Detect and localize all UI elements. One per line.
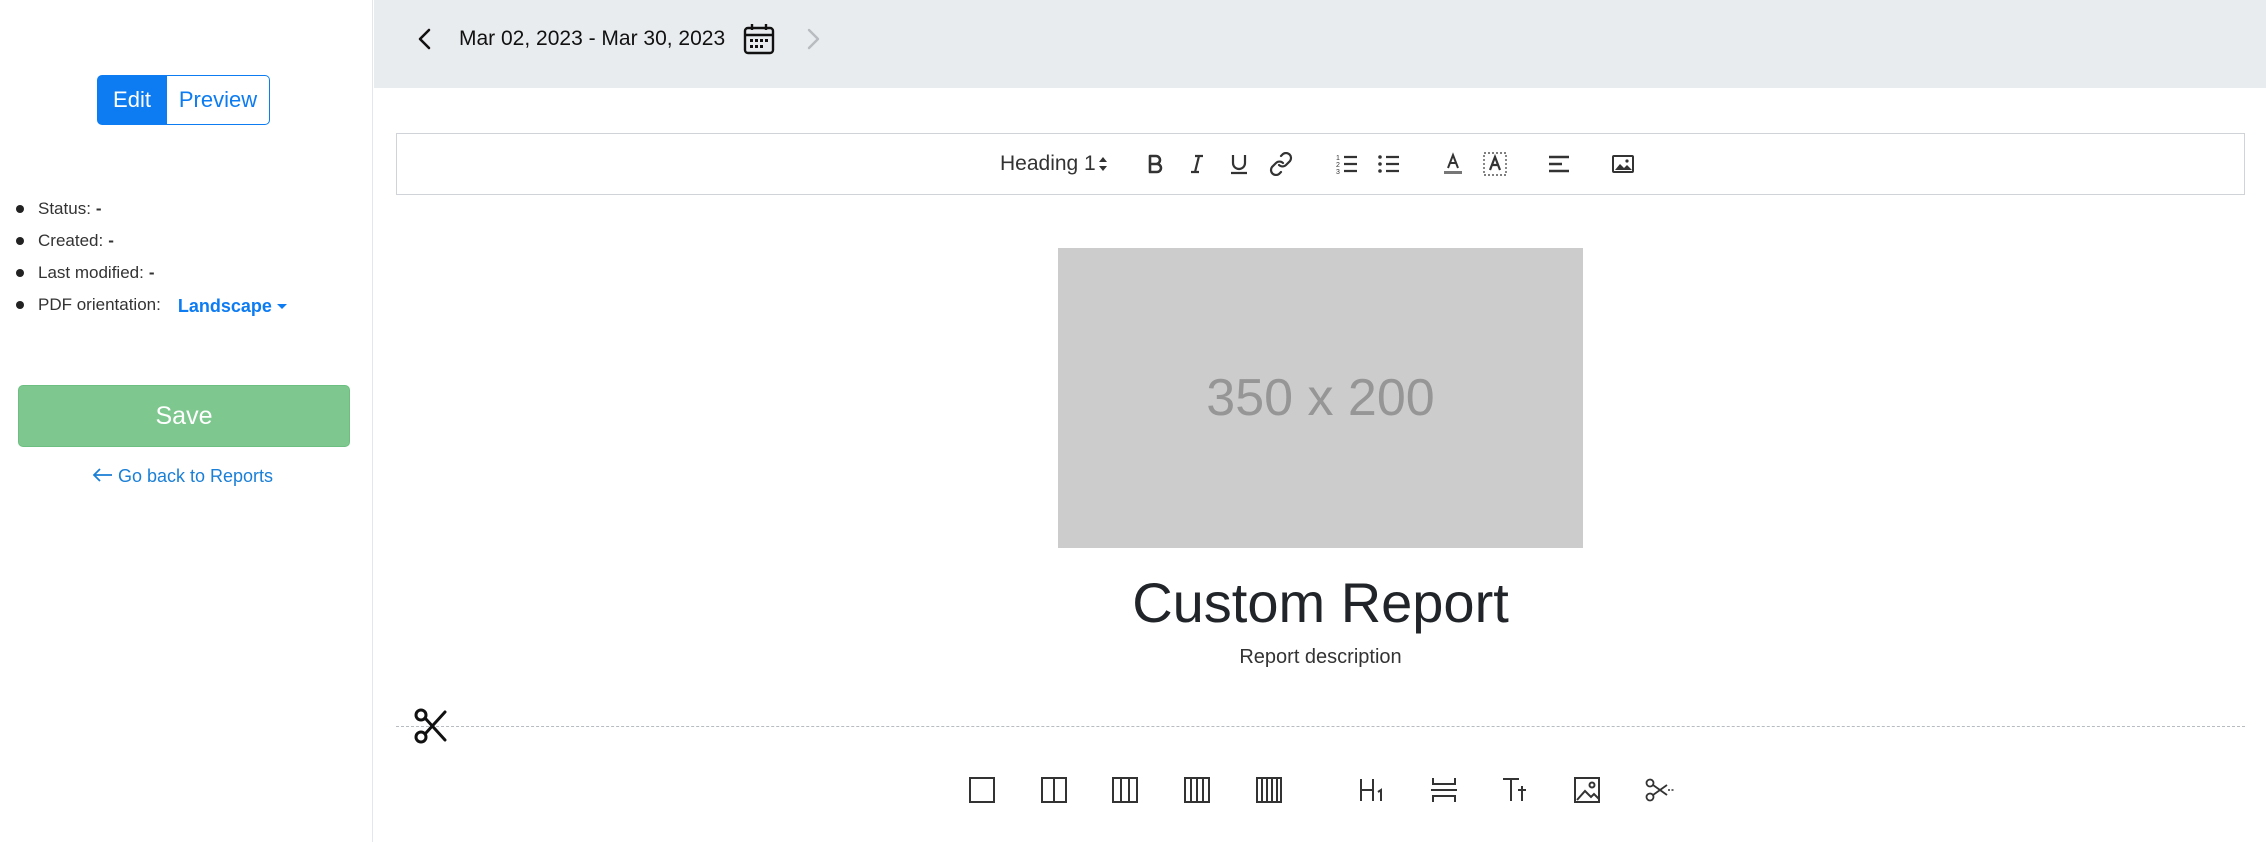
chevron-left-icon: [418, 28, 431, 50]
add-text-block-button[interactable]: [1500, 774, 1532, 806]
text-block-icon: [1503, 778, 1526, 801]
add-image-block-button[interactable]: [1571, 774, 1603, 806]
ordered-list-button[interactable]: 1 2 3: [1332, 149, 1362, 179]
align-left-button[interactable]: [1544, 149, 1574, 179]
bold-button[interactable]: [1140, 149, 1170, 179]
add-divider-block-button[interactable]: [1428, 774, 1460, 806]
sort-arrows-icon: [1098, 157, 1107, 171]
calendar-button[interactable]: [742, 22, 776, 56]
caret-down-icon: [276, 303, 287, 309]
meta-created: Created: -: [16, 225, 287, 257]
bullet-list-button[interactable]: [1374, 149, 1404, 179]
back-to-reports-label: Go back to Reports: [117, 466, 274, 486]
sidebar: Edit Preview Status: - Created: - Last m…: [0, 0, 373, 842]
image-placeholder-label: 350 x 200: [1206, 369, 1435, 427]
created-value: -: [108, 231, 114, 250]
pdf-orientation-label: PDF orientation:: [38, 295, 161, 314]
image-icon: [1612, 155, 1634, 173]
italic-icon: [1191, 154, 1203, 174]
text-color-button[interactable]: [1438, 149, 1468, 179]
report-description[interactable]: Report description: [396, 646, 2245, 669]
underline-button[interactable]: [1224, 149, 1254, 179]
meta-pdf-orientation: PDF orientation: Landscape: [16, 289, 287, 321]
page-break-line: [396, 726, 2245, 727]
svg-text:1: 1: [1336, 155, 1340, 162]
align-left-icon: [1549, 155, 1569, 173]
heading-block-icon: [1360, 779, 1382, 801]
report-meta-list: Status: - Created: - Last modified: - PD…: [16, 193, 287, 321]
svg-text:3: 3: [1336, 169, 1340, 176]
meta-status: Status: -: [16, 193, 287, 225]
arrow-left-icon: [92, 468, 112, 482]
image-block-icon: [1574, 777, 1600, 803]
date-range-header: Mar 02, 2023 - Mar 30, 2023: [374, 0, 2266, 88]
previous-period-button[interactable]: [410, 24, 440, 54]
add-four-column-button[interactable]: [1181, 774, 1213, 806]
one-column-icon: [969, 777, 995, 803]
divider-block-icon: [1431, 778, 1457, 802]
date-range-label: Mar 02, 2023 - Mar 30, 2023: [459, 27, 726, 50]
add-one-column-button[interactable]: [966, 774, 998, 806]
add-heading-block-button[interactable]: [1356, 774, 1388, 806]
add-page-break-block-button[interactable]: [1643, 774, 1675, 806]
pdf-orientation-value: Landscape: [177, 295, 272, 316]
highlight-button[interactable]: [1480, 149, 1510, 179]
text-color-icon: [1444, 152, 1462, 174]
bold-icon: [1148, 154, 1163, 174]
add-five-column-button[interactable]: [1253, 774, 1285, 806]
five-column-icon: [1256, 777, 1282, 803]
chevron-right-icon: [807, 28, 820, 50]
add-three-column-button[interactable]: [1109, 774, 1141, 806]
next-period-button[interactable]: [798, 24, 828, 54]
heading-select[interactable]: Heading 1: [1000, 152, 1108, 176]
ordered-list-icon: 1 2 3: [1336, 155, 1357, 176]
pdf-orientation-dropdown[interactable]: Landscape: [178, 296, 287, 317]
created-label: Created:: [38, 231, 104, 250]
link-button[interactable]: [1266, 149, 1296, 179]
report-title[interactable]: Custom Report: [396, 570, 2245, 635]
page-break-block-icon: [1645, 778, 1674, 802]
link-icon: [1269, 152, 1293, 176]
save-button[interactable]: Save: [18, 385, 350, 447]
underline-icon: [1231, 155, 1247, 175]
calendar-icon: [743, 24, 775, 55]
report-editor: Edit Preview Status: - Created: - Last m…: [0, 0, 2266, 842]
heading-select-value: Heading 1: [1000, 152, 1096, 175]
preview-mode-button[interactable]: Preview: [167, 75, 270, 125]
four-column-icon: [1184, 777, 1210, 803]
bullet-list-icon: [1378, 155, 1399, 173]
page-break-handle[interactable]: [413, 706, 447, 746]
status-label: Status:: [38, 199, 91, 218]
last-modified-label: Last modified:: [38, 263, 144, 282]
mode-toggle: Edit Preview: [97, 75, 270, 125]
two-column-icon: [1041, 777, 1067, 803]
insert-image-button[interactable]: [1608, 149, 1638, 179]
block-insert-bar: [0, 770, 2266, 810]
scissors-icon: [414, 708, 447, 744]
three-column-icon: [1112, 777, 1138, 803]
back-to-reports-link[interactable]: Go back to Reports: [0, 466, 366, 487]
highlight-icon: [1483, 152, 1507, 176]
add-two-column-button[interactable]: [1038, 774, 1070, 806]
status-value: -: [95, 199, 102, 218]
editor-toolbar: Heading 1 1 2 3: [396, 133, 2245, 195]
italic-button[interactable]: [1182, 149, 1212, 179]
svg-text:2: 2: [1336, 162, 1340, 169]
last-modified-value: -: [148, 263, 155, 282]
image-placeholder[interactable]: 350 x 200: [1058, 248, 1583, 548]
edit-mode-button[interactable]: Edit: [97, 75, 167, 125]
meta-last-modified: Last modified: -: [16, 257, 287, 289]
